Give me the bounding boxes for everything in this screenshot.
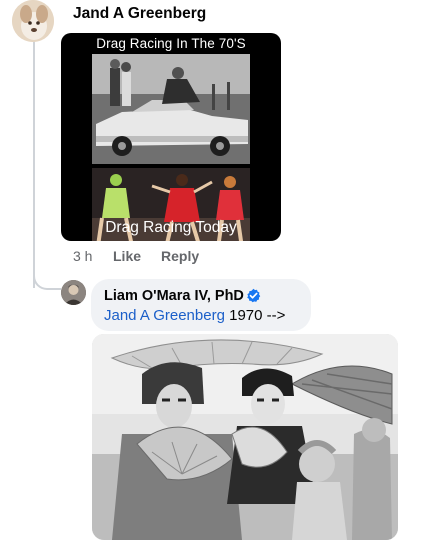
reply-photo[interactable] — [92, 334, 398, 540]
reply-button[interactable]: Reply — [161, 248, 199, 264]
comment-timestamp[interactable]: 3 h — [73, 248, 92, 264]
dog-photo-avatar-icon — [12, 0, 54, 42]
comment-author-name[interactable]: Jand A Greenberg — [73, 5, 206, 23]
reply-author-avatar[interactable] — [61, 280, 86, 305]
vintage-drag-photo-icon — [92, 334, 398, 540]
comment-author-avatar[interactable] — [12, 0, 54, 42]
thread-connector-curve — [33, 268, 61, 290]
meme-photo-70s — [92, 54, 250, 164]
meme-bottom-caption: Drag Racing Today — [105, 219, 237, 236]
reply-bubble: Liam O'Mara IV, PhD Jand A Greenberg 197… — [91, 279, 311, 331]
thread-connector-line — [33, 40, 35, 288]
verified-badge-icon — [247, 288, 261, 303]
meme-image[interactable]: Drag Racing In The 70'S Drag Racing Toda… — [61, 33, 281, 241]
reply-body: 1970 --> — [224, 307, 286, 324]
reply-text: Jand A Greenberg 1970 --> — [104, 307, 285, 324]
person-photo-avatar-icon — [61, 280, 86, 305]
reply-author-name[interactable]: Liam O'Mara IV, PhD — [104, 288, 244, 304]
mention-link[interactable]: Jand A Greenberg — [104, 307, 225, 324]
meme-top-caption: Drag Racing In The 70'S — [96, 36, 246, 51]
like-button[interactable]: Like — [113, 248, 141, 264]
